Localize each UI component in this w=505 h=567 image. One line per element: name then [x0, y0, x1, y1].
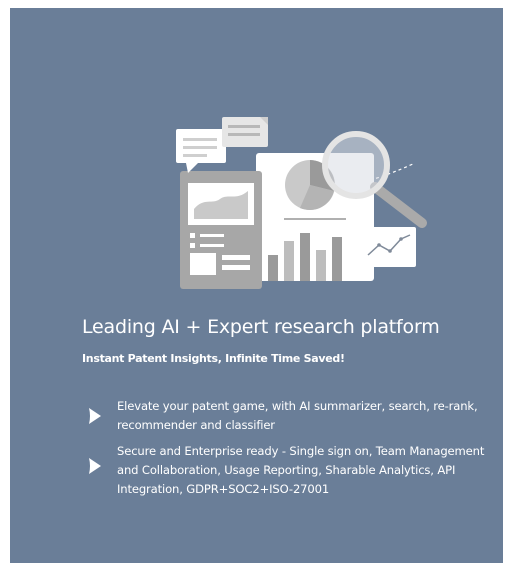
feature-text: Elevate your patent game, with AI summar…: [117, 399, 478, 432]
document-icon: [180, 171, 262, 289]
play-arrow-icon: [89, 458, 101, 474]
subheadline: Instant Patent Insights, Infinite Time S…: [82, 352, 345, 365]
research-analytics-illustration: [176, 117, 427, 289]
play-arrow-icon: [89, 408, 101, 424]
line-chart-card: [360, 227, 416, 267]
promo-panel: Leading AI + Expert research platform In…: [10, 8, 503, 563]
feature-text: Secure and Enterprise ready - Single sig…: [117, 444, 485, 496]
headline: Leading AI + Expert research platform: [82, 316, 440, 338]
note-card-icon: [222, 117, 268, 147]
speech-bubble-icon: [176, 129, 226, 173]
